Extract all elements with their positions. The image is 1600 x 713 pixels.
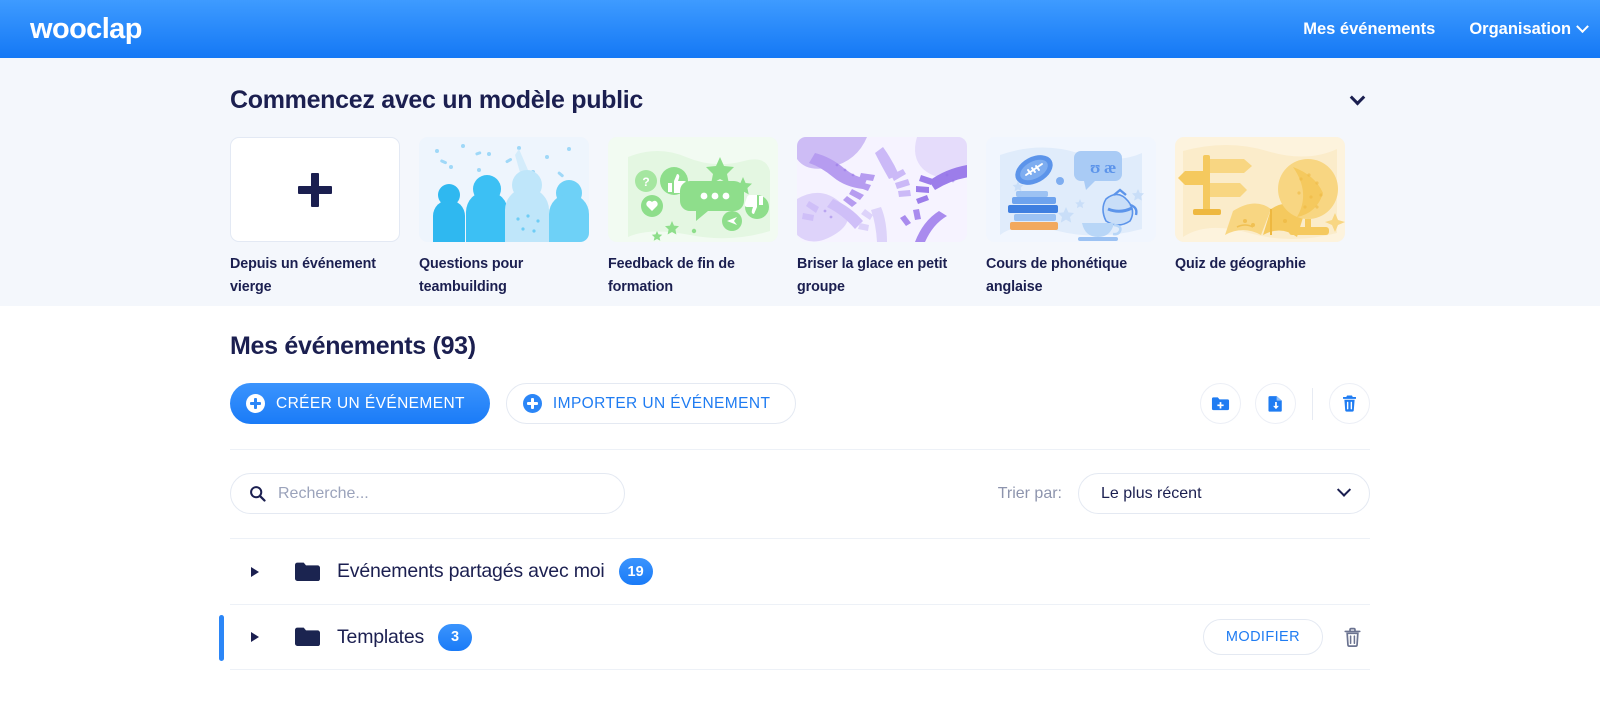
nav-item-mes-evenements[interactable]: Mes événements: [1303, 20, 1435, 39]
books-teapot-ball-icon: ʊ æ: [986, 137, 1156, 242]
events-main-panel: Mes événements (93) CRÉER UN ÉVÉNEMENT I…: [219, 306, 1370, 670]
create-event-label: CRÉER UN ÉVÉNEMENT: [276, 394, 465, 412]
secondary-actions: [1200, 383, 1370, 424]
template-thumbnail: ʊ æ: [986, 137, 1156, 242]
svg-text:?: ?: [642, 175, 649, 189]
import-event-label: IMPORTER UN ÉVÉNEMENT: [552, 394, 771, 412]
template-thumbnail: [419, 137, 589, 242]
search-icon: [250, 486, 266, 502]
caret-right-icon: [251, 566, 259, 577]
folder-row-templates[interactable]: Templates 3 MODIFIER: [219, 604, 1370, 670]
template-card-icebreaker[interactable]: Briser la glace en petit groupe: [797, 137, 967, 300]
chat-reactions-icon: ?: [608, 137, 778, 242]
import-file-button[interactable]: [1255, 383, 1296, 424]
plus-circle-icon: [522, 394, 542, 413]
template-card-label: Depuis un événement vierge: [230, 256, 376, 296]
template-card-phonetics[interactable]: ʊ æ Cours de phonétique anglaise: [986, 137, 1156, 300]
crowd-confetti-icon: [419, 137, 589, 242]
template-thumbnail: [797, 137, 967, 242]
template-card-feedback[interactable]: ? Feedback de fin de formation: [608, 137, 778, 300]
template-thumbnail: ?: [608, 137, 778, 242]
nav-label: Mes événements: [1303, 19, 1436, 38]
import-file-icon: [1268, 396, 1282, 412]
selected-row-indicator: [219, 615, 224, 661]
folder-row-shared[interactable]: Evénements partagés avec moi 19: [230, 538, 1370, 604]
caret-right-icon: [251, 632, 259, 642]
templates-header: Commencez avec un modèle public: [230, 86, 1370, 115]
search-input[interactable]: [278, 484, 606, 503]
delete-icon: [1343, 395, 1356, 412]
expand-caret-button[interactable]: [242, 566, 268, 577]
sort-select[interactable]: Le plus récent: [1078, 473, 1370, 514]
template-card-label: Cours de phonétique anglaise: [986, 256, 1128, 296]
chevron-down-icon: [1576, 19, 1589, 33]
plus-circle-icon: [246, 394, 265, 413]
sort-controls: Trier par: Le plus récent: [998, 473, 1370, 514]
expand-caret-button[interactable]: [242, 632, 268, 642]
delete-folder-button[interactable]: [1343, 627, 1370, 648]
import-event-button[interactable]: IMPORTER UN ÉVÉNEMENT: [505, 383, 797, 424]
templates-title: Commencez avec un modèle public: [230, 86, 644, 114]
chevron-down-icon: [1336, 482, 1352, 497]
template-card-label: Quiz de géographie: [1175, 256, 1306, 272]
templates-collapse-button[interactable]: [1344, 88, 1370, 114]
folder-count-badge: 3: [438, 623, 473, 651]
folder-row-actions: MODIFIER: [1202, 619, 1370, 655]
sort-label: Trier par:: [997, 484, 1062, 502]
svg-text:ʊ: ʊ: [1090, 158, 1101, 177]
plus-icon: [298, 172, 332, 207]
globe-signpost-map-icon: [1175, 137, 1345, 242]
delete-icon: [1344, 627, 1361, 647]
template-card-label: Questions pour teambuilding: [419, 256, 524, 296]
chevron-down-icon: [1349, 89, 1365, 106]
public-templates-section: Commencez avec un modèle public Depuis u…: [0, 58, 1600, 306]
top-navigation-bar: wooclap Mes événements Organisation On: [0, 0, 1600, 58]
page-title: Mes événements (93): [230, 332, 476, 360]
sort-selected-value: Le plus récent: [1101, 484, 1202, 502]
nav-item-organisation[interactable]: Organisation: [1469, 19, 1589, 39]
search-box[interactable]: [230, 473, 625, 514]
folder-icon: [295, 627, 320, 647]
modify-folder-button[interactable]: MODIFIER: [1202, 619, 1323, 655]
folder-count-badge: 19: [618, 558, 653, 585]
folder-icon: [295, 562, 320, 582]
nav-label: Organisation: [1469, 19, 1572, 38]
events-action-bar: CRÉER UN ÉVÉNEMENT IMPORTER UN ÉVÉNEMENT: [230, 383, 1370, 424]
wooclap-logo[interactable]: wooclap: [30, 13, 142, 46]
filters-bar: Trier par: Le plus récent: [230, 450, 1370, 538]
create-event-button[interactable]: CRÉER UN ÉVÉNEMENT: [230, 383, 490, 424]
template-card-geography[interactable]: Quiz de géographie: [1175, 137, 1345, 300]
folder-name: Evénements partagés avec moi: [337, 560, 605, 582]
svg-text:æ: æ: [1104, 158, 1116, 177]
new-folder-button[interactable]: [1200, 383, 1241, 424]
template-thumbnail: [230, 137, 400, 242]
template-card-label: Briser la glace en petit groupe: [797, 256, 948, 296]
template-card-blank[interactable]: Depuis un événement vierge: [230, 137, 400, 300]
action-divider: [1312, 387, 1313, 420]
templates-grid: Depuis un événement vierge Questions pou…: [230, 137, 1370, 300]
primary-nav: Mes événements Organisation On: [1303, 20, 1600, 39]
template-card-label: Feedback de fin de formation: [608, 256, 735, 296]
new-folder-icon: [1211, 397, 1230, 411]
template-card-teambuilding[interactable]: Questions pour teambuilding: [419, 137, 589, 300]
template-thumbnail: [1175, 137, 1345, 242]
folder-name: Templates: [337, 625, 425, 648]
delete-button[interactable]: [1329, 383, 1370, 424]
raised-hands-icon: [797, 137, 967, 242]
